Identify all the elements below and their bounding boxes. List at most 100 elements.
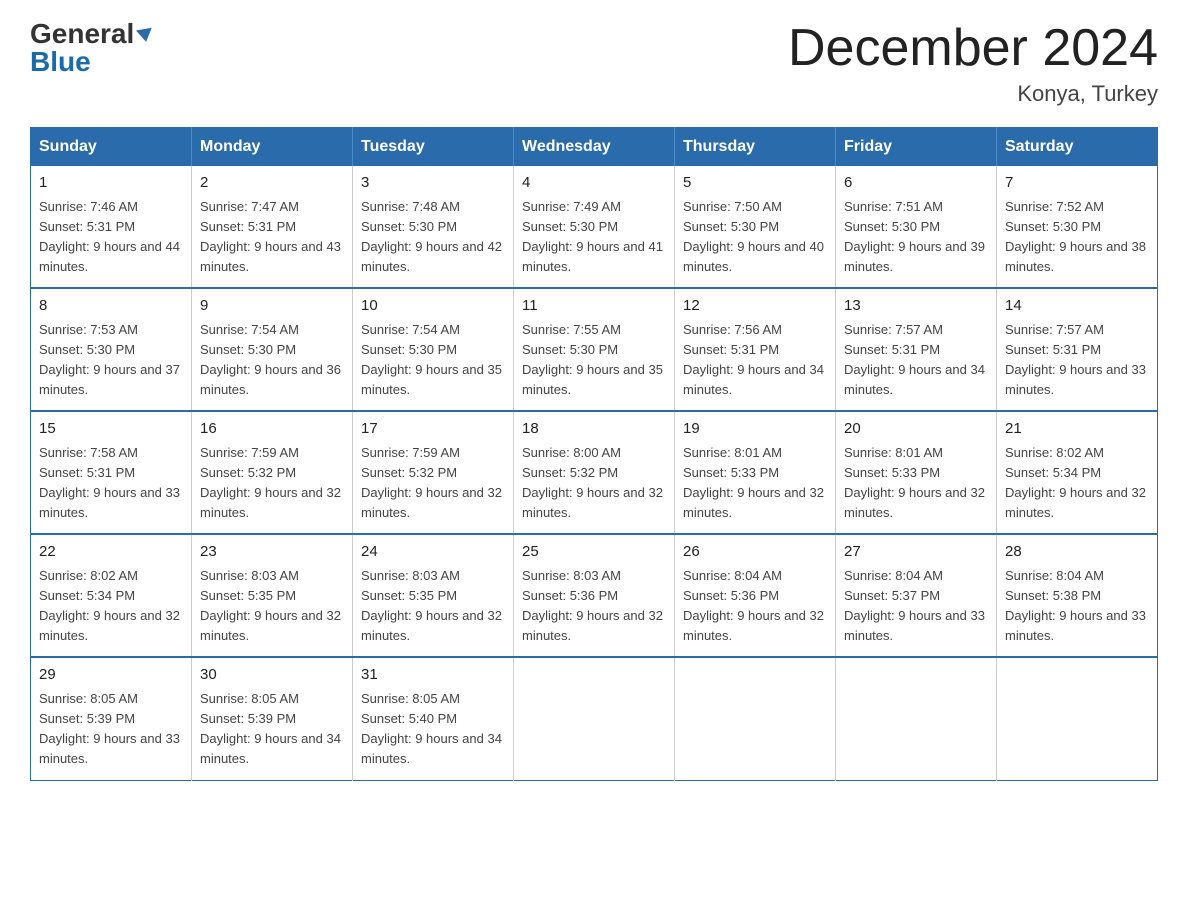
- day-info: Sunrise: 7:51 AMSunset: 5:30 PMDaylight:…: [844, 197, 988, 278]
- day-info: Sunrise: 8:04 AMSunset: 5:37 PMDaylight:…: [844, 566, 988, 647]
- day-info: Sunrise: 8:05 AMSunset: 5:40 PMDaylight:…: [361, 689, 505, 770]
- day-number: 12: [683, 295, 827, 318]
- title-block: December 2024 Konya, Turkey: [788, 20, 1158, 107]
- col-wednesday: Wednesday: [514, 128, 675, 167]
- calendar-cell: 14 Sunrise: 7:57 AMSunset: 5:31 PMDaylig…: [997, 288, 1158, 411]
- day-number: 1: [39, 172, 183, 195]
- col-tuesday: Tuesday: [353, 128, 514, 167]
- day-number: 25: [522, 541, 666, 564]
- header-row: Sunday Monday Tuesday Wednesday Thursday…: [31, 128, 1158, 167]
- day-info: Sunrise: 8:01 AMSunset: 5:33 PMDaylight:…: [844, 443, 988, 524]
- day-info: Sunrise: 8:03 AMSunset: 5:36 PMDaylight:…: [522, 566, 666, 647]
- day-number: 16: [200, 418, 344, 441]
- main-title: December 2024: [788, 20, 1158, 77]
- calendar-cell: 4 Sunrise: 7:49 AMSunset: 5:30 PMDayligh…: [514, 166, 675, 288]
- calendar-cell: 30 Sunrise: 8:05 AMSunset: 5:39 PMDaylig…: [192, 657, 353, 780]
- calendar-cell: 5 Sunrise: 7:50 AMSunset: 5:30 PMDayligh…: [675, 166, 836, 288]
- day-info: Sunrise: 7:53 AMSunset: 5:30 PMDaylight:…: [39, 320, 183, 401]
- day-number: 13: [844, 295, 988, 318]
- calendar-cell: 8 Sunrise: 7:53 AMSunset: 5:30 PMDayligh…: [31, 288, 192, 411]
- day-number: 6: [844, 172, 988, 195]
- day-number: 14: [1005, 295, 1149, 318]
- calendar-cell: 28 Sunrise: 8:04 AMSunset: 5:38 PMDaylig…: [997, 534, 1158, 657]
- day-info: Sunrise: 8:04 AMSunset: 5:36 PMDaylight:…: [683, 566, 827, 647]
- day-number: 17: [361, 418, 505, 441]
- day-info: Sunrise: 8:00 AMSunset: 5:32 PMDaylight:…: [522, 443, 666, 524]
- calendar-cell: 18 Sunrise: 8:00 AMSunset: 5:32 PMDaylig…: [514, 411, 675, 534]
- calendar-cell: 16 Sunrise: 7:59 AMSunset: 5:32 PMDaylig…: [192, 411, 353, 534]
- calendar-cell: 11 Sunrise: 7:55 AMSunset: 5:30 PMDaylig…: [514, 288, 675, 411]
- day-number: 18: [522, 418, 666, 441]
- col-sunday: Sunday: [31, 128, 192, 167]
- calendar-cell: 31 Sunrise: 8:05 AMSunset: 5:40 PMDaylig…: [353, 657, 514, 780]
- day-info: Sunrise: 7:57 AMSunset: 5:31 PMDaylight:…: [1005, 320, 1149, 401]
- day-info: Sunrise: 8:05 AMSunset: 5:39 PMDaylight:…: [39, 689, 183, 770]
- calendar-cell: 10 Sunrise: 7:54 AMSunset: 5:30 PMDaylig…: [353, 288, 514, 411]
- logo: General Blue: [30, 20, 153, 76]
- day-info: Sunrise: 7:46 AMSunset: 5:31 PMDaylight:…: [39, 197, 183, 278]
- calendar-cell: 6 Sunrise: 7:51 AMSunset: 5:30 PMDayligh…: [836, 166, 997, 288]
- day-info: Sunrise: 8:04 AMSunset: 5:38 PMDaylight:…: [1005, 566, 1149, 647]
- calendar-cell: 23 Sunrise: 8:03 AMSunset: 5:35 PMDaylig…: [192, 534, 353, 657]
- day-info: Sunrise: 7:50 AMSunset: 5:30 PMDaylight:…: [683, 197, 827, 278]
- calendar-table: Sunday Monday Tuesday Wednesday Thursday…: [30, 127, 1158, 780]
- logo-blue-text: Blue: [30, 48, 91, 76]
- col-thursday: Thursday: [675, 128, 836, 167]
- calendar-week-4: 22 Sunrise: 8:02 AMSunset: 5:34 PMDaylig…: [31, 534, 1158, 657]
- calendar-cell: 19 Sunrise: 8:01 AMSunset: 5:33 PMDaylig…: [675, 411, 836, 534]
- logo-general-text: General: [30, 20, 153, 48]
- calendar-cell: 1 Sunrise: 7:46 AMSunset: 5:31 PMDayligh…: [31, 166, 192, 288]
- calendar-cell: 20 Sunrise: 8:01 AMSunset: 5:33 PMDaylig…: [836, 411, 997, 534]
- day-number: 29: [39, 664, 183, 687]
- calendar-body: 1 Sunrise: 7:46 AMSunset: 5:31 PMDayligh…: [31, 166, 1158, 780]
- calendar-cell: [836, 657, 997, 780]
- day-number: 10: [361, 295, 505, 318]
- calendar-cell: [514, 657, 675, 780]
- calendar-cell: 21 Sunrise: 8:02 AMSunset: 5:34 PMDaylig…: [997, 411, 1158, 534]
- day-info: Sunrise: 7:48 AMSunset: 5:30 PMDaylight:…: [361, 197, 505, 278]
- col-friday: Friday: [836, 128, 997, 167]
- calendar-cell: 24 Sunrise: 8:03 AMSunset: 5:35 PMDaylig…: [353, 534, 514, 657]
- day-number: 19: [683, 418, 827, 441]
- calendar-cell: 26 Sunrise: 8:04 AMSunset: 5:36 PMDaylig…: [675, 534, 836, 657]
- calendar-cell: 7 Sunrise: 7:52 AMSunset: 5:30 PMDayligh…: [997, 166, 1158, 288]
- day-number: 5: [683, 172, 827, 195]
- subtitle: Konya, Turkey: [788, 81, 1158, 107]
- day-info: Sunrise: 8:02 AMSunset: 5:34 PMDaylight:…: [39, 566, 183, 647]
- day-number: 26: [683, 541, 827, 564]
- day-info: Sunrise: 8:03 AMSunset: 5:35 PMDaylight:…: [200, 566, 344, 647]
- day-info: Sunrise: 7:57 AMSunset: 5:31 PMDaylight:…: [844, 320, 988, 401]
- day-info: Sunrise: 7:55 AMSunset: 5:30 PMDaylight:…: [522, 320, 666, 401]
- day-number: 22: [39, 541, 183, 564]
- calendar-cell: 13 Sunrise: 7:57 AMSunset: 5:31 PMDaylig…: [836, 288, 997, 411]
- day-info: Sunrise: 8:05 AMSunset: 5:39 PMDaylight:…: [200, 689, 344, 770]
- day-info: Sunrise: 7:52 AMSunset: 5:30 PMDaylight:…: [1005, 197, 1149, 278]
- calendar-week-2: 8 Sunrise: 7:53 AMSunset: 5:30 PMDayligh…: [31, 288, 1158, 411]
- day-number: 3: [361, 172, 505, 195]
- calendar-cell: 22 Sunrise: 8:02 AMSunset: 5:34 PMDaylig…: [31, 534, 192, 657]
- day-number: 8: [39, 295, 183, 318]
- day-number: 2: [200, 172, 344, 195]
- day-number: 15: [39, 418, 183, 441]
- calendar-cell: 27 Sunrise: 8:04 AMSunset: 5:37 PMDaylig…: [836, 534, 997, 657]
- calendar-cell: 25 Sunrise: 8:03 AMSunset: 5:36 PMDaylig…: [514, 534, 675, 657]
- calendar-header: Sunday Monday Tuesday Wednesday Thursday…: [31, 128, 1158, 167]
- day-number: 28: [1005, 541, 1149, 564]
- calendar-cell: 15 Sunrise: 7:58 AMSunset: 5:31 PMDaylig…: [31, 411, 192, 534]
- col-saturday: Saturday: [997, 128, 1158, 167]
- calendar-cell: [997, 657, 1158, 780]
- day-info: Sunrise: 8:01 AMSunset: 5:33 PMDaylight:…: [683, 443, 827, 524]
- day-info: Sunrise: 7:49 AMSunset: 5:30 PMDaylight:…: [522, 197, 666, 278]
- calendar-cell: [675, 657, 836, 780]
- day-number: 7: [1005, 172, 1149, 195]
- calendar-cell: 2 Sunrise: 7:47 AMSunset: 5:31 PMDayligh…: [192, 166, 353, 288]
- calendar-week-5: 29 Sunrise: 8:05 AMSunset: 5:39 PMDaylig…: [31, 657, 1158, 780]
- day-number: 4: [522, 172, 666, 195]
- day-info: Sunrise: 7:58 AMSunset: 5:31 PMDaylight:…: [39, 443, 183, 524]
- calendar-cell: 17 Sunrise: 7:59 AMSunset: 5:32 PMDaylig…: [353, 411, 514, 534]
- calendar-week-1: 1 Sunrise: 7:46 AMSunset: 5:31 PMDayligh…: [31, 166, 1158, 288]
- day-number: 30: [200, 664, 344, 687]
- day-number: 21: [1005, 418, 1149, 441]
- day-info: Sunrise: 7:59 AMSunset: 5:32 PMDaylight:…: [361, 443, 505, 524]
- day-info: Sunrise: 8:03 AMSunset: 5:35 PMDaylight:…: [361, 566, 505, 647]
